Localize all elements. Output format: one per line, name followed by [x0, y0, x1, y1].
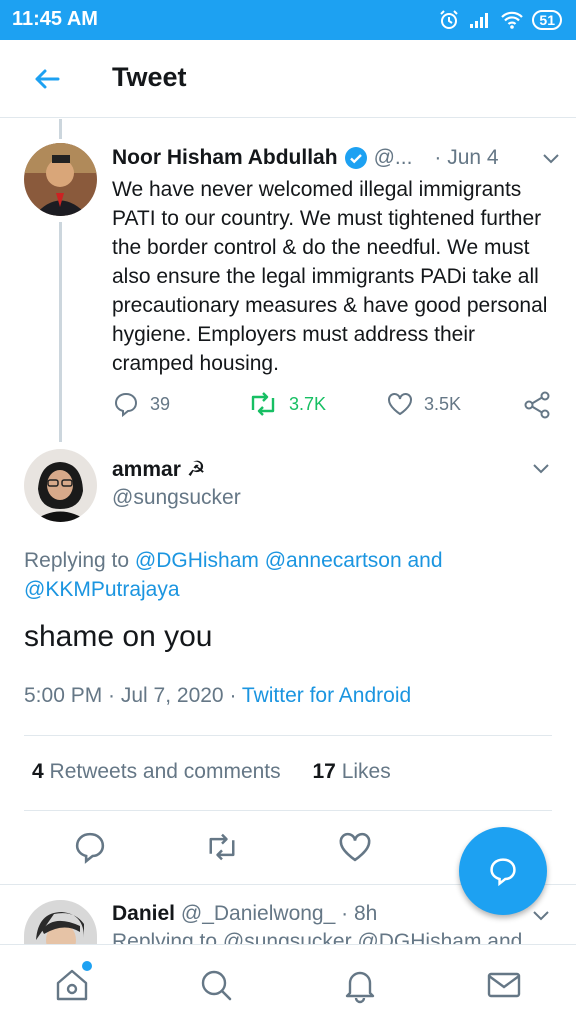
compose-reply-button[interactable] [459, 827, 547, 915]
share-button[interactable] [522, 390, 552, 420]
like-count: 3.5K [424, 393, 462, 414]
chevron-down-icon[interactable] [530, 904, 552, 926]
likes-count: 17 [312, 760, 336, 783]
retweets-count: 4 [32, 760, 44, 783]
main-tweet-text: shame on you [24, 620, 213, 653]
likes-label: Likes [341, 760, 391, 783]
tweet-source[interactable]: Twitter for Android [242, 684, 411, 707]
author-handle[interactable]: @_Danielwong_ [181, 902, 335, 925]
wifi-icon [501, 11, 524, 29]
bottom-nav [0, 944, 576, 1024]
avatar[interactable] [24, 900, 97, 944]
replying-and[interactable]: and [408, 549, 443, 572]
author-name[interactable]: ammar ☭ [112, 457, 206, 482]
thread-line [59, 222, 62, 442]
tweet-header: Noor Hisham Abdullah @... · Jun 4 [112, 146, 562, 170]
status-time: 11:45 AM [12, 8, 98, 30]
replying-to: Replying to @DGHisham @annecartson and @… [24, 546, 554, 604]
notifications-icon[interactable] [340, 965, 380, 1005]
replying-mentions[interactable]: @DGHisham @annecartson [135, 549, 402, 572]
author-handle[interactable]: @... [374, 146, 413, 170]
like-button[interactable]: 3.5K [386, 390, 461, 418]
reply-icon[interactable] [72, 829, 108, 865]
alarm-icon [440, 10, 459, 29]
reply-button[interactable]: 39 [112, 390, 170, 418]
avatar[interactable] [24, 143, 97, 216]
divider [24, 735, 552, 736]
home-notification-dot [82, 961, 92, 971]
next-reply-header: Daniel @_Danielwong_ · 8h [112, 902, 377, 926]
reply-icon [114, 392, 138, 418]
retweets-label: Retweets and comments [49, 760, 281, 783]
chevron-down-icon[interactable] [530, 457, 552, 479]
chevron-down-icon[interactable] [540, 147, 562, 169]
messages-icon[interactable] [484, 965, 524, 1005]
retweets-stat[interactable]: 4 Retweets and comments [32, 760, 281, 783]
tweet-stats: 4 Retweets and comments 17 Likes [32, 760, 391, 784]
retweet-icon [251, 392, 275, 416]
tweet-date: · Jun 4 [434, 146, 499, 169]
author-name[interactable]: Daniel [112, 902, 175, 925]
verified-icon [344, 147, 367, 169]
retweet-button[interactable]: 3.7K [247, 390, 326, 418]
replying-prefix: Replying to [24, 549, 130, 572]
tweet-timestamp: 5:00 PM · Jul 7, 2020 · Twitter for Andr… [24, 684, 411, 708]
author-name[interactable]: Noor Hisham Abdullah [112, 146, 338, 170]
divider [24, 810, 552, 811]
thread-line-top [59, 119, 62, 139]
tweet-text: We have never welcomed illegal immigrant… [112, 178, 548, 375]
retweet-icon[interactable] [204, 829, 240, 865]
likes-stat[interactable]: 17 Likes [312, 760, 390, 783]
page-title: Tweet [112, 62, 187, 92]
home-icon[interactable] [52, 965, 92, 1005]
tweet-actions: 39 3.7K 3.5K [112, 390, 562, 422]
status-icons: 51 [438, 7, 562, 33]
replying-mention-last[interactable]: @KKMPutrajaya [24, 578, 180, 601]
like-icon [388, 393, 412, 416]
signal-icon [470, 13, 489, 28]
reply-count: 39 [150, 393, 171, 414]
author-handle[interactable]: @sungsucker [112, 486, 241, 510]
tweet-time: 5:00 PM · Jul 7, 2020 · [24, 684, 237, 707]
status-bar: 11:45 AM 51 [0, 0, 576, 40]
tweet-date: · 8h [341, 902, 378, 925]
back-arrow-icon[interactable] [30, 62, 64, 96]
app-bar: Tweet [0, 40, 576, 118]
retweet-count: 3.7K [289, 393, 327, 414]
avatar[interactable] [24, 449, 97, 522]
share-icon [524, 391, 550, 419]
like-icon[interactable] [337, 829, 373, 865]
next-reply-replying: Replying to @sungsucker @DGHisham and [112, 930, 523, 944]
battery-indicator: 51 [532, 10, 562, 30]
search-icon[interactable] [196, 965, 236, 1005]
compose-reply-icon [490, 858, 516, 887]
